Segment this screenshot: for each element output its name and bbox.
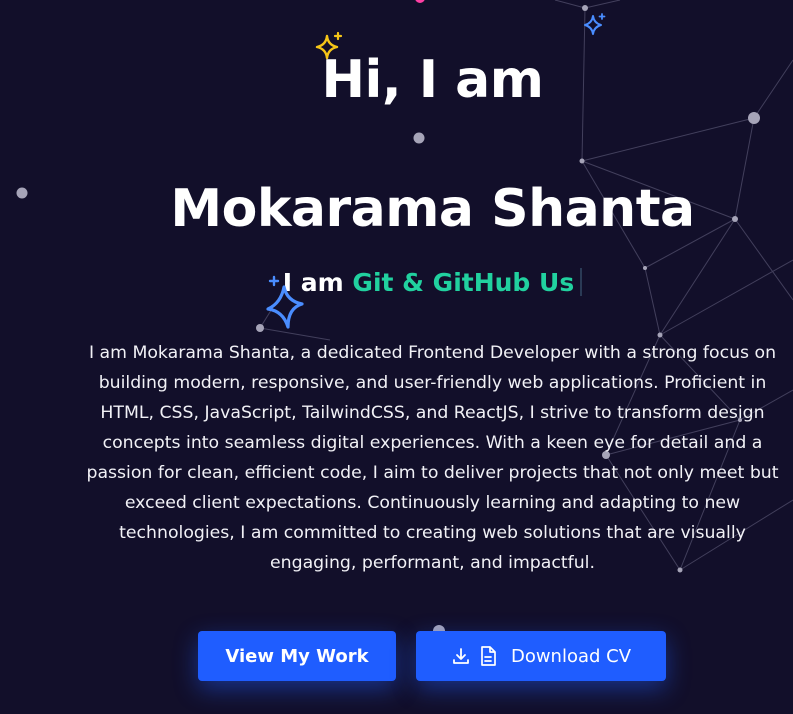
download-icon: [451, 646, 471, 666]
view-my-work-button[interactable]: View My Work: [198, 631, 396, 681]
typing-headline: I am Git & GitHub Us: [0, 266, 793, 300]
download-cv-label: Download CV: [510, 645, 632, 667]
file-icon: [479, 645, 497, 667]
typing-role: Git & GitHub Us: [352, 268, 575, 297]
sparkle-icon: [584, 13, 606, 35]
hero-name: Mokarama Shanta: [170, 179, 695, 239]
hero-bio: I am Mokarama Shanta, a dedicated Fronte…: [86, 343, 779, 573]
download-cv-button[interactable]: Download CV: [416, 631, 666, 681]
hero-greeting: Hi, I am: [321, 50, 544, 110]
hero-section: Hi, I am Mokarama Shanta I am Git & GitH…: [0, 0, 793, 714]
sparkle-icon: [315, 31, 343, 60]
sparkle-icon: [266, 275, 304, 329]
view-my-work-label: View My Work: [225, 645, 369, 667]
typing-caret: [580, 268, 583, 296]
